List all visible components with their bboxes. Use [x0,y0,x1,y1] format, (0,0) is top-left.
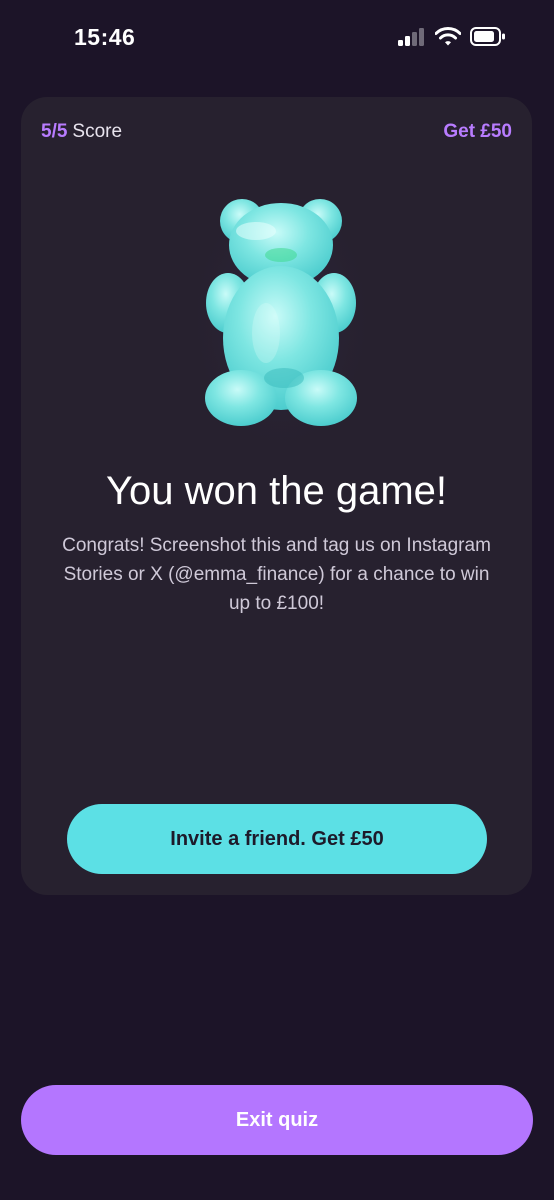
score-label: Score [72,121,123,142]
result-title: You won the game! [106,469,447,513]
score: 5/5 Score [41,121,122,143]
wifi-icon [434,27,462,51]
cellular-signal-icon [398,27,426,51]
status-bar: 15:46 [0,0,554,80]
reward-link[interactable]: Get £50 [443,121,512,143]
status-time: 15:46 [74,24,136,50]
gummy-bear-icon [196,193,366,443]
exit-quiz-button[interactable]: Exit quiz [21,1085,533,1155]
battery-icon [470,27,506,51]
status-icons [398,27,506,51]
score-value: 5/5 [41,121,68,142]
result-description: Congrats! Screenshot this and tag us on … [62,535,491,614]
invite-friend-button[interactable]: Invite a friend. Get £50 [67,804,487,874]
result-card: 5/5 Score Get £50 You won the game! Cong… [21,97,532,895]
